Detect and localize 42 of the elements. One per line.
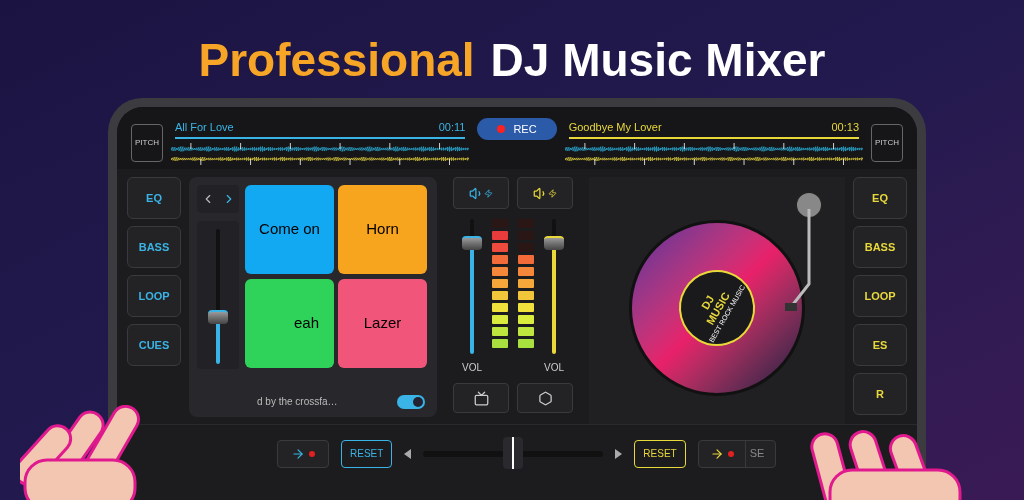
effect-button[interactable]: LOOP (127, 275, 181, 317)
reset-button[interactable]: RESET (341, 439, 393, 468)
toggle-switch[interactable] (397, 394, 425, 409)
reset-button[interactable]: RESET (634, 439, 686, 468)
effect-button[interactable]: CUES (127, 324, 181, 366)
arrow-icon (709, 446, 724, 461)
left-triangle-icon (404, 448, 412, 459)
effect-button[interactable]: BASS (127, 226, 181, 268)
arrow-icon (291, 446, 305, 461)
speaker-icon (533, 185, 557, 201)
volume-label: VOL (462, 361, 482, 375)
track-time: 00:11 (438, 119, 466, 135)
speaker-button[interactable] (453, 177, 509, 209)
sound-pad[interactable]: Lazer (338, 279, 427, 368)
fader-thumb[interactable] (544, 236, 564, 251)
track-title: All For Love (175, 119, 234, 135)
track-title: Goodbye My Lover (568, 119, 662, 135)
effect-button[interactable]: EQ (853, 177, 907, 219)
effect-button[interactable]: BASS (853, 226, 907, 268)
speaker-button[interactable] (517, 177, 573, 209)
track-time: 00:13 (831, 119, 859, 135)
effect-button[interactable]: EQ (127, 177, 181, 219)
fader-thumb[interactable] (208, 309, 228, 324)
crossfader-note: d by the crossfa… (257, 395, 338, 409)
sound-pad[interactable]: Come on (245, 185, 334, 274)
tv-icon[interactable] (453, 383, 509, 413)
cue-button[interactable] (277, 439, 329, 468)
pitch-button[interactable]: PITCH (871, 124, 903, 162)
speaker-icon (469, 185, 493, 201)
headline: DJ Music Mixer (490, 32, 826, 88)
crossfader-thumb[interactable] (503, 436, 524, 469)
headline-accent: Professional (198, 32, 475, 88)
pitch-button[interactable]: PITCH (131, 124, 163, 162)
effect-button[interactable]: LOOP (853, 275, 907, 317)
effect-button[interactable]: R (853, 373, 907, 415)
right-triangle-icon (615, 448, 623, 459)
sound-pad[interactable]: Horn (338, 185, 427, 274)
effect-button[interactable]: ES (853, 324, 907, 366)
volume-label: VOL (544, 361, 564, 375)
sound-pad[interactable]: eah (245, 279, 334, 368)
fader-thumb[interactable] (462, 236, 482, 251)
record-button[interactable]: REC (477, 118, 557, 140)
